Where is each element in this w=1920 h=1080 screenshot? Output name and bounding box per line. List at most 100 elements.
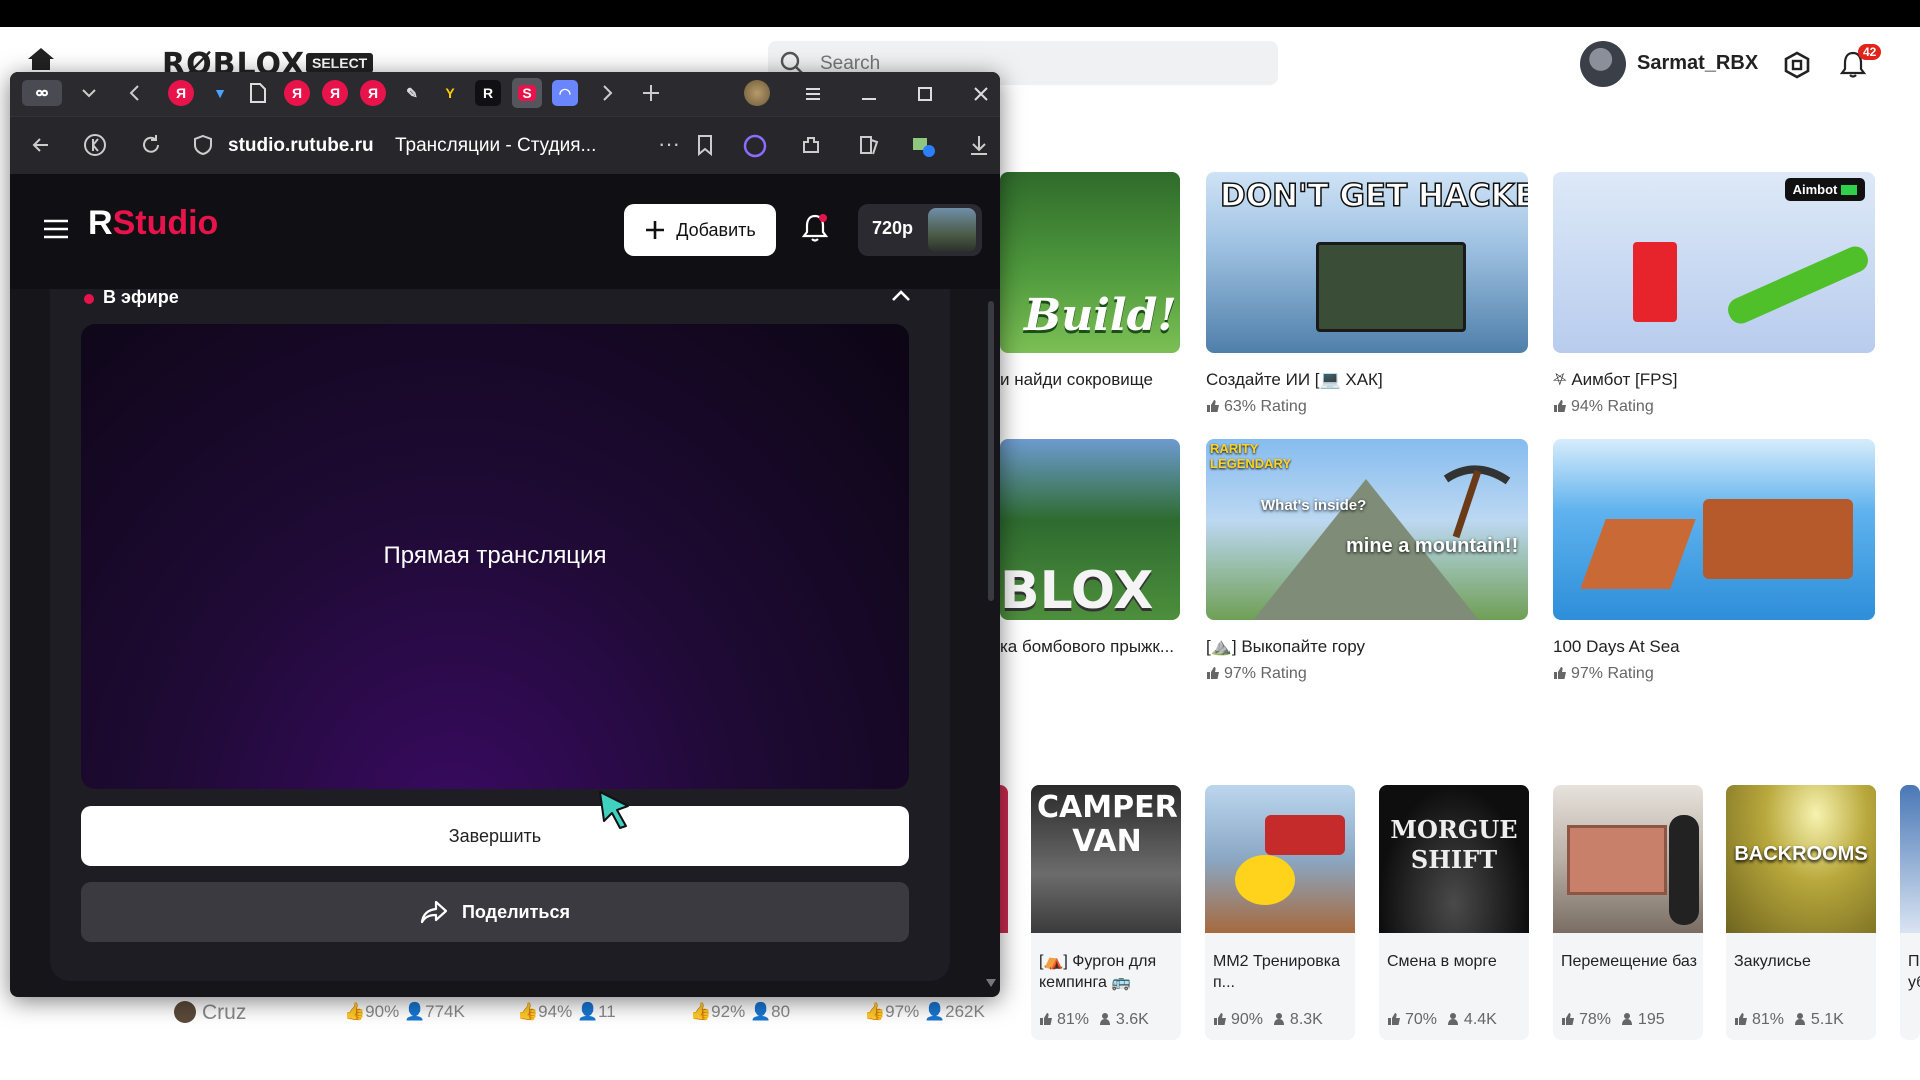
game-title[interactable]: ка бомбового прыжк... — [1000, 637, 1174, 657]
stream-preview[interactable]: Прямая трансляция — [81, 324, 909, 789]
small-card-edge-left[interactable] — [1000, 785, 1008, 933]
sync-profile-icon[interactable] — [910, 132, 936, 158]
tab-yandex-1[interactable]: Я — [168, 80, 194, 106]
browser-window: Я ▼ Я Я Я ✎ Y R S ◠ studio.rutube.ru Тра… — [10, 72, 1000, 997]
tabs-scroll-left-icon[interactable] — [122, 80, 148, 106]
players-text: 80 — [771, 1002, 791, 1021]
thumb-text: BLOX — [1000, 561, 1154, 620]
game-card-edge-right[interactable]: П уб — [1900, 785, 1920, 1040]
add-button[interactable]: Добавить — [624, 204, 776, 256]
game-rating: 97% Rating — [1206, 665, 1307, 683]
url-text[interactable]: studio.rutube.ru — [228, 135, 374, 157]
more-options-icon[interactable]: ··· — [658, 131, 680, 157]
reload-icon[interactable] — [138, 132, 164, 158]
game-thumbnail-dont-get-hacked[interactable]: DON'T GET HACKED — [1206, 172, 1528, 353]
tab-yandex-2[interactable]: Я — [284, 80, 310, 106]
yandex-icon[interactable] — [82, 132, 108, 158]
game-thumbnail-edge — [1900, 785, 1920, 933]
game-stats: 👍94% 👤11 — [517, 1002, 616, 1022]
aimbot-badge-text: Aimbot — [1792, 182, 1838, 197]
game-thumbnail-blox[interactable]: BLOX — [1000, 439, 1180, 620]
scrollbar-thumb[interactable] — [988, 301, 994, 601]
thumb-art-train — [1265, 815, 1345, 855]
collections-icon[interactable] — [856, 132, 882, 158]
game-title[interactable]: и найди сокровище — [1000, 370, 1153, 390]
page-title[interactable]: Трансляции - Студия... — [395, 135, 596, 157]
tab-shield[interactable]: ▼ — [207, 80, 233, 106]
game-title[interactable]: [⛰️] Выкопайте гору — [1206, 637, 1365, 657]
lock-shield-icon[interactable] — [190, 132, 216, 158]
alice-icon[interactable] — [742, 132, 768, 158]
game-thumbnail-move-bases — [1553, 785, 1703, 933]
game-card[interactable]: BACKROOMS Закулисье 81% 5.1K — [1726, 785, 1876, 1040]
share-button[interactable]: Поделиться — [81, 882, 909, 942]
thumb-art — [1316, 242, 1466, 332]
rating-text: 63% Rating — [1224, 398, 1307, 415]
game-thumbnail-backrooms: BACKROOMS — [1726, 785, 1876, 933]
extensions-icon[interactable] — [798, 132, 824, 158]
scrollbar[interactable] — [986, 289, 996, 989]
download-icon[interactable] — [966, 132, 992, 158]
game-title[interactable]: ⛧ Аимбот [FPS] — [1553, 370, 1678, 390]
quality-selector[interactable]: 720p — [858, 204, 982, 256]
channel-avatar[interactable] — [928, 208, 976, 252]
maximize-icon[interactable] — [912, 81, 938, 107]
thumb-art-wheel — [1669, 815, 1699, 925]
thumbs-up-icon — [1554, 400, 1566, 412]
tab-rutube[interactable]: R — [475, 80, 501, 106]
minimize-icon[interactable] — [856, 81, 882, 107]
live-stream-panel: В эфире Прямая трансляция Завершить Поде… — [50, 287, 950, 981]
game-stats: 👍92% 👤80 — [690, 1002, 790, 1022]
game-card[interactable]: Перемещение баз 78% 195 — [1553, 785, 1703, 1040]
tab-yandex-3[interactable]: Я — [322, 80, 348, 106]
pickaxe-icon — [1443, 465, 1511, 539]
game-thumbnail-mm2 — [1205, 785, 1355, 933]
robux-icon[interactable] — [1783, 51, 1811, 79]
thumbs-up-icon — [1562, 1013, 1574, 1025]
rating-text: 81% — [1057, 1011, 1090, 1028]
rutube-studio-logo[interactable]: RStudio — [88, 204, 218, 243]
thumbs-up-icon: 👍 — [864, 1002, 886, 1021]
thumb-art-rifle — [1724, 242, 1872, 328]
tab-document[interactable] — [245, 80, 271, 106]
add-button-label: Добавить — [676, 219, 756, 240]
username[interactable]: Sarmat_RBX — [1637, 52, 1758, 75]
tab-y[interactable]: Y — [437, 80, 463, 106]
tab-yandex-4[interactable]: Я — [360, 80, 386, 106]
home-icon[interactable] — [27, 47, 55, 71]
tabs-scroll-right-icon[interactable] — [594, 80, 620, 106]
finish-stream-button[interactable]: Завершить — [81, 806, 909, 866]
notifications-icon[interactable] — [800, 212, 830, 244]
bookmark-icon[interactable] — [692, 132, 718, 158]
players-text: 774K — [425, 1002, 465, 1021]
back-icon[interactable] — [28, 132, 54, 158]
creator-stat[interactable]: Cruz — [174, 1001, 246, 1025]
scroll-down-arrow-icon[interactable] — [986, 979, 996, 987]
profile-avatar-icon[interactable] — [744, 80, 770, 106]
avatar[interactable] — [1580, 41, 1626, 87]
game-title[interactable]: 100 Days At Sea — [1553, 637, 1680, 657]
hamburger-menu-icon[interactable] — [42, 218, 70, 240]
chevron-down-icon[interactable] — [76, 80, 102, 106]
tab-cloud[interactable]: ◠ — [552, 80, 578, 106]
thumbs-up-icon — [1388, 1013, 1400, 1025]
tab-active-studio[interactable]: S — [512, 78, 542, 108]
new-tab-icon[interactable] — [638, 80, 664, 106]
game-thumbnail-build[interactable]: Build! — [1000, 172, 1180, 353]
game-title[interactable]: Создайте ИИ [💻 ХАК] — [1206, 370, 1383, 390]
tab-pen[interactable]: ✎ — [399, 80, 425, 106]
tab-group-icon[interactable] — [22, 80, 62, 106]
game-thumbnail-aimbot[interactable]: Aimbot — [1553, 172, 1875, 353]
game-thumbnail-100-days-at-sea[interactable] — [1553, 439, 1875, 620]
rating-text: 90% — [365, 1002, 400, 1021]
close-icon[interactable] — [968, 81, 994, 107]
collapse-chevron-up-icon[interactable] — [889, 285, 913, 305]
quality-label: 720p — [872, 218, 914, 238]
game-card[interactable]: MORGUE SHIFT Смена в морге 70% 4.4K — [1379, 785, 1529, 1040]
menu-icon[interactable] — [800, 81, 826, 107]
thumb-art-ship — [1703, 499, 1853, 579]
game-card[interactable]: CAMPER VAN [⛺] Фургон для кемпинга 🚌 81%… — [1031, 785, 1181, 1040]
game-card[interactable]: MM2 Тренировка п... 90% 8.3K — [1205, 785, 1355, 1040]
thumbs-up-icon — [1207, 400, 1219, 412]
game-thumbnail-mine-mountain[interactable]: RARITY LEGENDARY What's inside? mine a m… — [1206, 439, 1528, 620]
